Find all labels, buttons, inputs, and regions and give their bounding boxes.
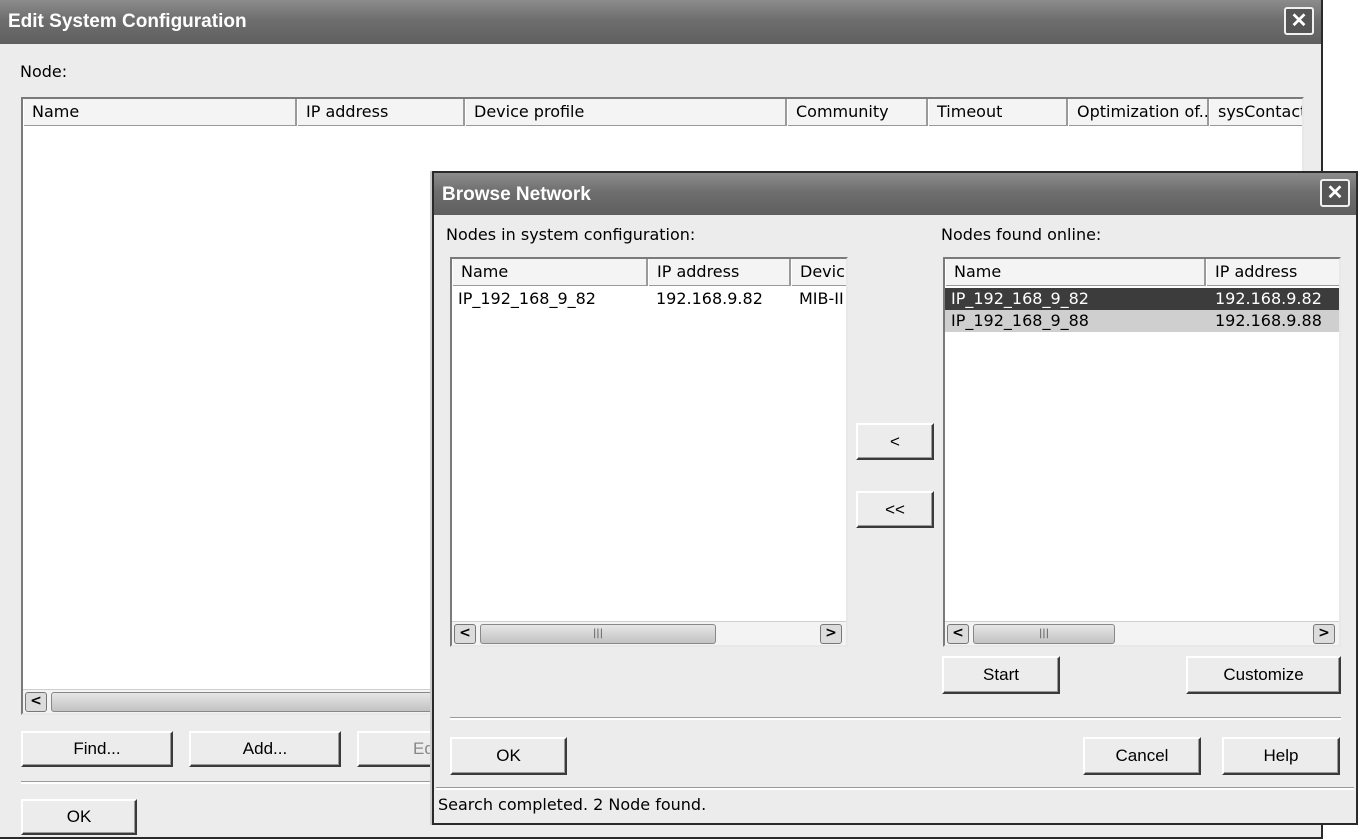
status-text: Search completed. 2 Node found. — [438, 795, 707, 814]
nodes-in-config-list[interactable]: Name IP address Devic IP_192_168_9_82 19… — [450, 257, 848, 647]
nodes-in-config-label: Nodes in system configuration: — [446, 225, 696, 244]
online-column-ip-address[interactable]: IP address — [1206, 259, 1339, 286]
scroll-left-button[interactable]: < — [454, 624, 476, 644]
row-name: IP_192_168_9_82 — [458, 289, 596, 308]
online-list-header: Name IP address — [945, 259, 1339, 286]
browse-network-dialog: Browse Network ✕ Nodes in system configu… — [432, 171, 1358, 825]
dialog-title: Browse Network — [442, 184, 591, 205]
grip-icon: ||| — [592, 628, 604, 639]
customize-button[interactable]: Customize — [1186, 656, 1341, 694]
scroll-thumb[interactable] — [51, 692, 451, 712]
close-icon: ✕ — [1290, 10, 1308, 32]
dialog-help-button[interactable]: Help — [1222, 737, 1340, 775]
row-ip-address: 192.168.9.82 — [656, 289, 763, 308]
chevron-left-icon: < — [952, 625, 964, 641]
main-titlebar[interactable]: Edit System Configuration ✕ — [0, 0, 1321, 44]
add-button[interactable]: Add... — [189, 731, 341, 767]
start-button[interactable]: Start — [942, 656, 1060, 694]
nodes-found-online-label: Nodes found online: — [941, 225, 1102, 244]
online-list-hscrollbar[interactable]: < ||| > — [945, 621, 1339, 645]
dialog-close-button[interactable]: ✕ — [1320, 179, 1350, 207]
chevron-right-icon: > — [825, 625, 837, 641]
status-separator — [436, 787, 1354, 790]
scroll-right-button[interactable]: > — [1313, 624, 1335, 644]
dialog-titlebar[interactable]: Browse Network ✕ — [434, 173, 1356, 215]
scroll-thumb[interactable]: ||| — [480, 624, 716, 644]
table-row[interactable]: IP_192_168_9_88 192.168.9.88 — [945, 310, 1339, 332]
dialog-cancel-button[interactable]: Cancel — [1083, 737, 1201, 775]
table-row[interactable]: IP_192_168_9_82 192.168.9.82 MIB-II, — [452, 288, 846, 310]
scroll-left-button[interactable]: < — [947, 624, 969, 644]
move-selected-button[interactable]: < — [856, 423, 934, 460]
nodes-found-online-list[interactable]: Name IP address IP_192_168_9_82 192.168.… — [943, 257, 1341, 647]
dialog-ok-button[interactable]: OK — [450, 737, 567, 775]
row-device: MIB-II, — [799, 289, 845, 308]
row-name: IP_192_168_9_82 — [951, 289, 1089, 308]
scroll-thumb[interactable]: ||| — [973, 624, 1115, 644]
node-list-header: Name IP address Device profile Community… — [23, 99, 1302, 126]
main-window-title: Edit System Configuration — [8, 11, 247, 32]
chevron-right-icon: > — [1318, 625, 1330, 641]
column-ip-address[interactable]: IP address — [297, 99, 465, 126]
scroll-right-button[interactable]: > — [820, 624, 842, 644]
chevron-left-icon: < — [459, 625, 471, 641]
main-close-button[interactable]: ✕ — [1284, 7, 1314, 35]
row-name: IP_192_168_9_88 — [951, 311, 1089, 330]
grip-icon: ||| — [1038, 628, 1050, 639]
column-timeout[interactable]: Timeout — [928, 99, 1068, 126]
config-list-header: Name IP address Devic — [452, 259, 846, 286]
table-row[interactable]: IP_192_168_9_82 192.168.9.82 — [945, 288, 1339, 310]
column-name[interactable]: Name — [23, 99, 297, 126]
scroll-left-button[interactable]: < — [25, 692, 47, 712]
row-ip-address: 192.168.9.88 — [1215, 311, 1322, 330]
node-label: Node: — [20, 62, 68, 81]
main-ok-button[interactable]: OK — [21, 799, 137, 835]
chevron-left-icon: < — [30, 693, 42, 709]
config-column-device[interactable]: Devic — [791, 259, 846, 286]
config-column-name[interactable]: Name — [452, 259, 648, 286]
row-ip-address: 192.168.9.82 — [1215, 289, 1322, 308]
move-all-button[interactable]: << — [856, 491, 934, 528]
column-device-profile[interactable]: Device profile — [465, 99, 787, 126]
config-column-ip-address[interactable]: IP address — [648, 259, 791, 286]
column-community[interactable]: Community — [787, 99, 928, 126]
close-icon: ✕ — [1326, 182, 1344, 204]
config-list-hscrollbar[interactable]: < ||| > — [452, 621, 846, 645]
dialog-separator — [450, 717, 1341, 720]
column-syscontact[interactable]: sysContact — [1209, 99, 1302, 126]
online-column-name[interactable]: Name — [945, 259, 1206, 286]
column-optimization[interactable]: Optimization of... — [1068, 99, 1209, 126]
find-button[interactable]: Find... — [21, 731, 173, 767]
